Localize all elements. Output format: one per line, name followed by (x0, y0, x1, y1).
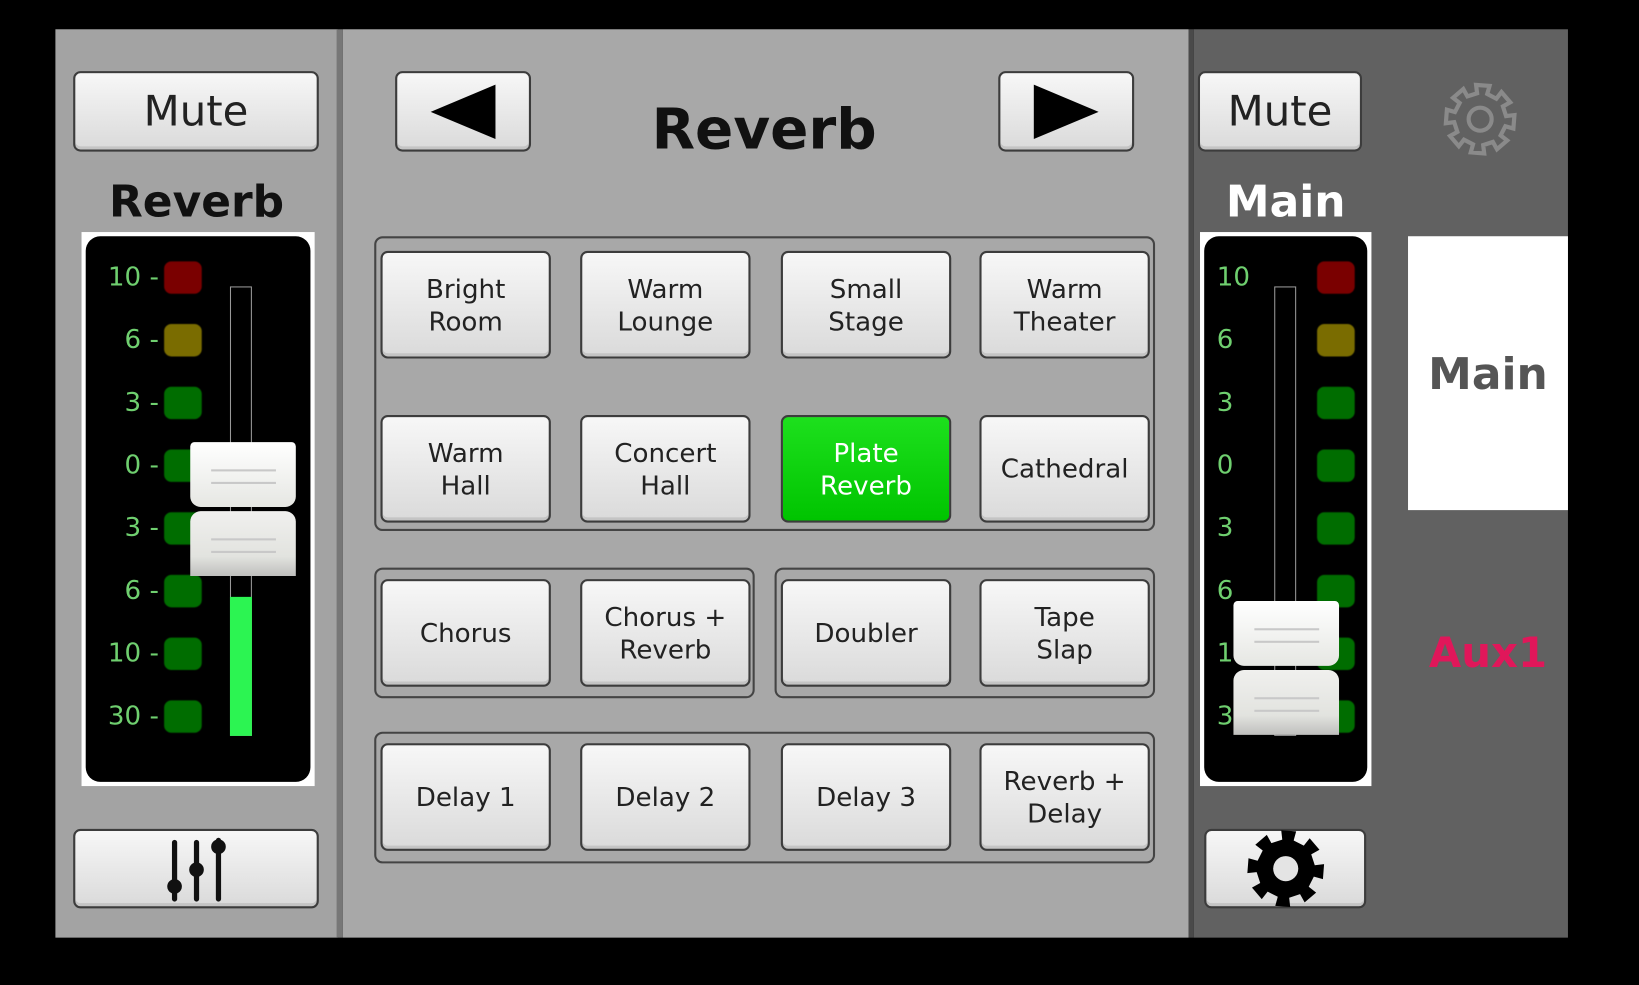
channel-name: Main (1225, 175, 1346, 227)
page-title: Reverb (651, 96, 877, 163)
meter-led (164, 261, 202, 294)
meter-led (1317, 324, 1355, 357)
preset-button[interactable]: Warm Theater (979, 250, 1150, 359)
next-effect-button[interactable] (998, 71, 1135, 152)
meter-tick-label: 3 (1216, 512, 1234, 543)
meter-tick-label: 6 - (124, 574, 159, 606)
meter-led (1317, 449, 1355, 482)
meter-led (164, 574, 202, 608)
fader-handle[interactable] (190, 442, 296, 507)
tab-aux1[interactable]: Aux1 (1408, 617, 1568, 690)
preset-button[interactable]: Delay 1 (380, 743, 551, 851)
preset-button[interactable]: Tape Slap (979, 579, 1150, 687)
level-meter-main: 10630361030 (1200, 232, 1372, 787)
meter-tick-label: 6 (1216, 324, 1234, 355)
fader-track[interactable] (1274, 286, 1297, 736)
preset-button[interactable]: Warm Lounge (580, 250, 751, 359)
fader-handle[interactable] (1233, 601, 1340, 666)
meter-led (164, 386, 202, 420)
meter-tick-label: 3 - (124, 386, 159, 418)
channel-name: Reverb (108, 175, 285, 227)
meter-tick-label: 6 - (124, 324, 159, 355)
meter-tick-label: 10 - (107, 637, 159, 668)
meter-tick-label: 3 - (124, 512, 159, 543)
fader-handle[interactable] (190, 511, 296, 576)
preset-button[interactable]: Delay 2 (580, 743, 751, 851)
meter-led (164, 324, 202, 357)
preset-button[interactable]: Bright Room (380, 250, 551, 359)
settings-button[interactable] (1204, 828, 1367, 909)
meter-tick-label: 3 (1216, 386, 1234, 418)
mute-button-reverb[interactable]: Mute (73, 71, 319, 152)
preset-button[interactable]: Small Stage (780, 250, 952, 359)
triangle-right-icon (1033, 84, 1099, 139)
meter-tick-label: 0 - (124, 449, 159, 480)
mute-button-main[interactable]: Mute (1197, 71, 1363, 152)
signal-level-bar (229, 596, 252, 736)
preset-button[interactable]: Chorus (380, 579, 551, 687)
preset-button[interactable]: Chorus + Reverb (580, 579, 751, 687)
preset-button[interactable]: Plate Reverb (780, 414, 952, 523)
preset-button[interactable]: Concert Hall (580, 414, 751, 523)
triangle-left-icon (430, 84, 496, 139)
tab-main[interactable]: Main (1408, 236, 1568, 511)
mixer-button[interactable] (73, 828, 319, 909)
preset-button[interactable]: Doubler (780, 579, 952, 687)
meter-led (164, 700, 202, 733)
meter-led (1317, 261, 1355, 294)
meter-tick-label: 30 - (107, 700, 159, 731)
preset-button[interactable]: Reverb + Delay (979, 743, 1150, 851)
mixer-sliders-icon (166, 837, 226, 902)
gear-icon (1246, 830, 1324, 908)
meter-led (164, 637, 202, 671)
meter-led (1317, 386, 1355, 420)
meter-tick-label: 0 (1216, 449, 1234, 480)
meter-tick-label: 10 (1216, 261, 1250, 292)
previous-effect-button[interactable] (395, 71, 532, 152)
preset-button[interactable]: Warm Hall (380, 414, 551, 523)
preset-button[interactable]: Cathedral (979, 414, 1150, 523)
fader-handle[interactable] (1233, 670, 1340, 735)
meter-tick-label: 10 - (107, 261, 159, 292)
level-meter-left: 10 - 6 - 3 - 0 - 3 - 6 - 10 - 30 - (81, 232, 315, 787)
meter-led (1317, 512, 1355, 545)
gear-icon[interactable] (1443, 82, 1518, 157)
preset-button[interactable]: Delay 3 (780, 743, 952, 851)
